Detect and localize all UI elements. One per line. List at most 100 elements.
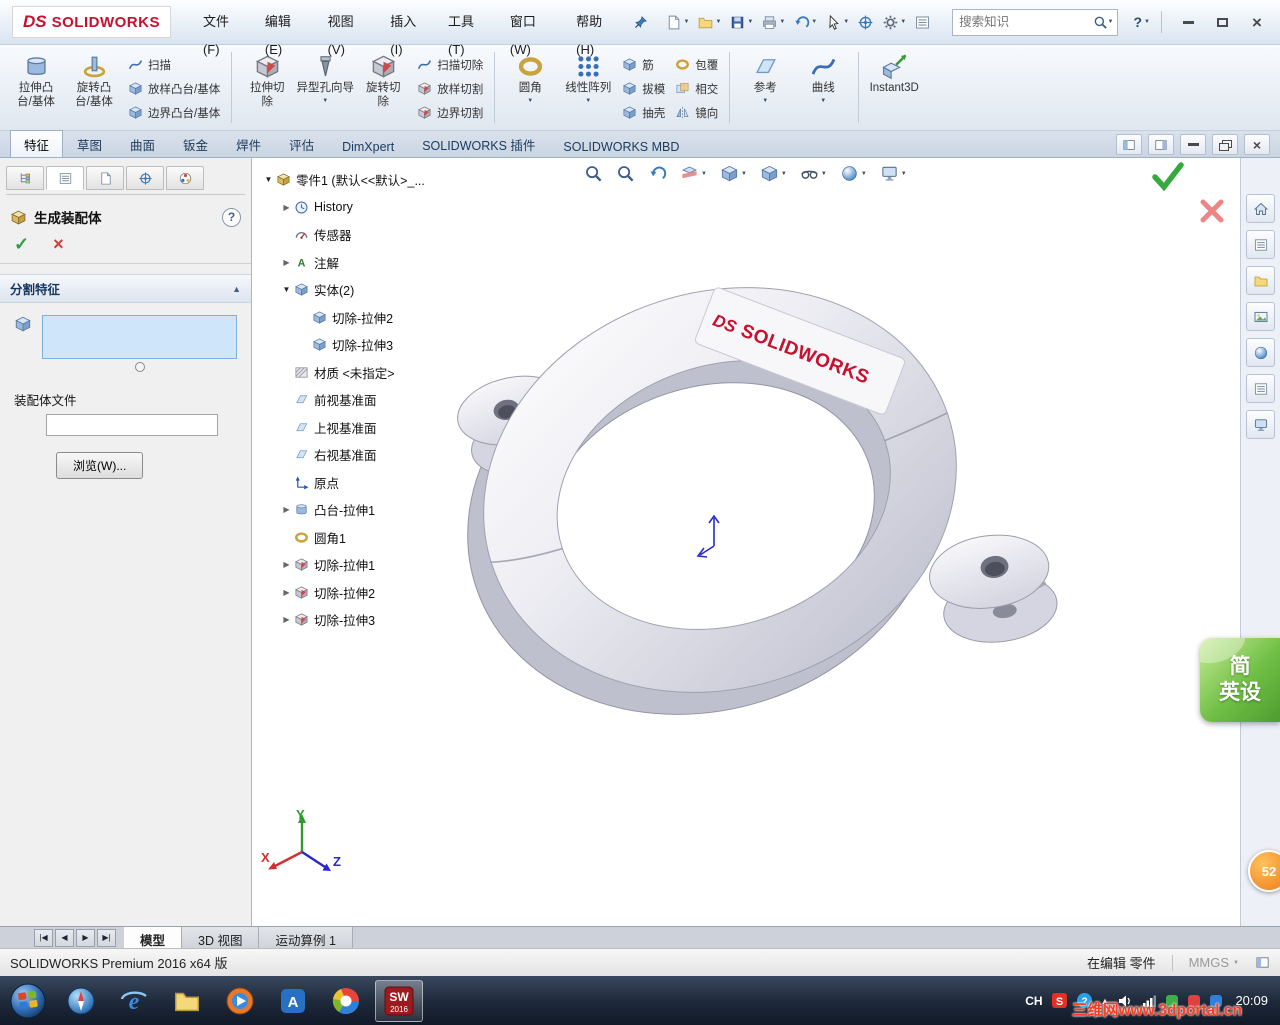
pm-cancel-button[interactable]: × xyxy=(53,235,64,253)
menu-item[interactable]: 窗口(W) xyxy=(500,8,566,57)
display-manager-tab[interactable] xyxy=(166,166,204,190)
open-button[interactable]: ▼ xyxy=(694,11,724,34)
confirm-cancel-button[interactable] xyxy=(1198,197,1226,228)
tree-expander-icon[interactable]: ▶ xyxy=(280,615,293,624)
taskbar-ie-button[interactable]: e xyxy=(110,980,158,1022)
translate-popup-badge[interactable]: 简 英设 xyxy=(1200,638,1280,722)
tree-item[interactable]: 切除-拉伸3 xyxy=(260,331,460,359)
home-button[interactable] xyxy=(1246,194,1275,223)
tree-item[interactable]: ▶ 切除-拉伸3 xyxy=(260,606,460,634)
appearances-button[interactable]: ▼ xyxy=(838,162,869,185)
tree-expander-icon[interactable]: ▼ xyxy=(280,285,293,294)
tab-scroll-prev-button[interactable]: ◀ xyxy=(55,928,74,947)
tab-scroll-first-button[interactable]: |◀ xyxy=(34,928,53,947)
command-tab[interactable]: SOLIDWORKS 插件 xyxy=(408,130,549,157)
loft-button[interactable]: 放样凸台/基体 xyxy=(125,80,223,97)
tab-scroll-next-button[interactable]: ▶ xyxy=(76,928,95,947)
scene-button[interactable]: ▼ xyxy=(878,162,909,185)
taskbar-reader-button[interactable]: A xyxy=(269,980,317,1022)
save-button[interactable]: ▼ xyxy=(726,11,756,34)
property-manager-tab[interactable] xyxy=(46,166,84,190)
new-document-button[interactable]: ▼ xyxy=(662,11,692,34)
command-tab[interactable]: 钣金 xyxy=(169,130,222,157)
zoom-area-button[interactable] xyxy=(614,162,637,185)
feature-manager-tab[interactable] xyxy=(6,166,44,190)
print-button[interactable]: ▼ xyxy=(758,11,788,34)
hide-show-button[interactable]: ▼ xyxy=(798,162,829,185)
minimize-button[interactable] xyxy=(1174,11,1204,33)
help-button[interactable]: ? ▼ xyxy=(1128,12,1155,32)
options-button[interactable]: ▼ xyxy=(879,11,909,34)
menu-item[interactable]: 文件(F) xyxy=(193,8,255,57)
units-selector[interactable]: MMGS ▼ xyxy=(1189,955,1239,970)
pane-left-button[interactable] xyxy=(1116,134,1142,155)
menu-item[interactable]: 编辑(E) xyxy=(255,8,318,57)
tree-expander-icon[interactable]: ▶ xyxy=(280,560,293,569)
curves-button[interactable]: 曲线 ▼ xyxy=(794,48,852,127)
tree-item[interactable]: 前视基准面 xyxy=(260,386,460,414)
tree-item[interactable]: 切除-拉伸2 xyxy=(260,304,460,332)
tree-item[interactable]: 上视基准面 xyxy=(260,414,460,442)
section-view-button[interactable]: ▼ xyxy=(678,162,709,185)
tree-item[interactable]: 原点 xyxy=(260,469,460,497)
tree-item[interactable]: ▶ 切除-拉伸1 xyxy=(260,551,460,579)
doc-restore-button[interactable] xyxy=(1212,134,1238,155)
split-feature-selection-box[interactable] xyxy=(42,315,237,359)
hole-wizard-button[interactable]: 异型孔向导 ▼ xyxy=(296,48,354,127)
view-orientation-button[interactable]: ▼ xyxy=(718,162,749,185)
tree-item[interactable]: 传感器 xyxy=(260,221,460,249)
selection-box-handle[interactable] xyxy=(134,362,145,372)
maximize-button[interactable] xyxy=(1208,11,1238,33)
rib-button[interactable]: 筋 xyxy=(619,56,668,73)
taskbar-explorer-button[interactable] xyxy=(163,980,211,1022)
draft-button[interactable]: 拔模 xyxy=(619,80,668,97)
tree-item[interactable]: 圆角1 xyxy=(260,524,460,552)
previous-view-button[interactable] xyxy=(646,162,669,185)
split-feature-group-header[interactable]: 分割特征 ▲ xyxy=(0,274,251,303)
doc-minimize-button[interactable] xyxy=(1180,134,1206,155)
command-tab[interactable]: 评估 xyxy=(275,130,328,157)
instant3d-button[interactable]: Instant3D xyxy=(865,48,923,127)
select-button[interactable]: ▼ xyxy=(822,11,852,34)
mirror-button[interactable]: 镜向 xyxy=(672,104,721,121)
revolve-button[interactable]: 旋转凸 台/基体 xyxy=(65,48,123,127)
taskbar-media-player-button[interactable] xyxy=(216,980,264,1022)
browse-button[interactable]: 浏览(W)... xyxy=(56,452,144,479)
tree-item[interactable]: 右视基准面 xyxy=(260,441,460,469)
command-tab[interactable]: DimXpert xyxy=(328,135,408,157)
tree-expander-icon[interactable]: ▼ xyxy=(262,175,275,184)
close-button[interactable]: × xyxy=(1242,11,1272,33)
menu-item[interactable]: 插入(I) xyxy=(380,8,438,57)
tree-item[interactable]: ▶ 注解 xyxy=(260,249,460,277)
intersect-button[interactable]: 相交 xyxy=(672,80,721,97)
dimxpert-manager-tab[interactable] xyxy=(126,166,164,190)
solidworks-forum-button[interactable] xyxy=(1246,410,1275,439)
boundary-cut-button[interactable]: 边界切割 xyxy=(414,104,486,121)
menu-item[interactable]: 工具(T) xyxy=(438,8,500,57)
shell-button[interactable]: 抽壳 xyxy=(619,104,668,121)
menu-item[interactable]: 帮助(H) xyxy=(566,8,629,57)
doc-tab[interactable]: 运动算例 1 xyxy=(259,927,353,948)
taskbar-browser-button[interactable] xyxy=(57,980,105,1022)
tree-item[interactable]: ▶ 凸台-拉伸1 xyxy=(260,496,460,524)
zoom-fit-button[interactable] xyxy=(582,162,605,185)
doc-close-button[interactable]: × xyxy=(1244,134,1270,155)
boss-extrude-button[interactable]: 拉伸凸 台/基体 xyxy=(7,48,65,127)
command-tab[interactable]: 曲面 xyxy=(116,130,169,157)
file-explorer-button[interactable] xyxy=(1246,266,1275,295)
command-tab[interactable]: SOLIDWORKS MBD xyxy=(549,135,693,157)
command-tab[interactable]: 草图 xyxy=(63,130,116,157)
pin-menu-button[interactable] xyxy=(633,15,648,30)
doc-tab[interactable]: 3D 视图 xyxy=(182,927,260,948)
custom-properties-button[interactable] xyxy=(1246,374,1275,403)
revolved-cut-button[interactable]: 旋转切 除 xyxy=(354,48,412,127)
command-tab[interactable]: 特征 xyxy=(10,130,64,157)
tree-item[interactable]: ▼ 零件1 (默认<<默认>_... xyxy=(260,166,460,194)
tree-item[interactable]: ▶ History xyxy=(260,194,460,222)
rebuild-button[interactable] xyxy=(854,11,877,34)
undo-button[interactable]: ▼ xyxy=(790,11,820,34)
task-pane-toggle-icon[interactable] xyxy=(1255,955,1270,970)
tree-item[interactable]: 材质 <未指定> xyxy=(260,359,460,387)
design-library-button[interactable] xyxy=(1246,230,1275,259)
taskbar-colorful-browser-button[interactable] xyxy=(322,980,370,1022)
